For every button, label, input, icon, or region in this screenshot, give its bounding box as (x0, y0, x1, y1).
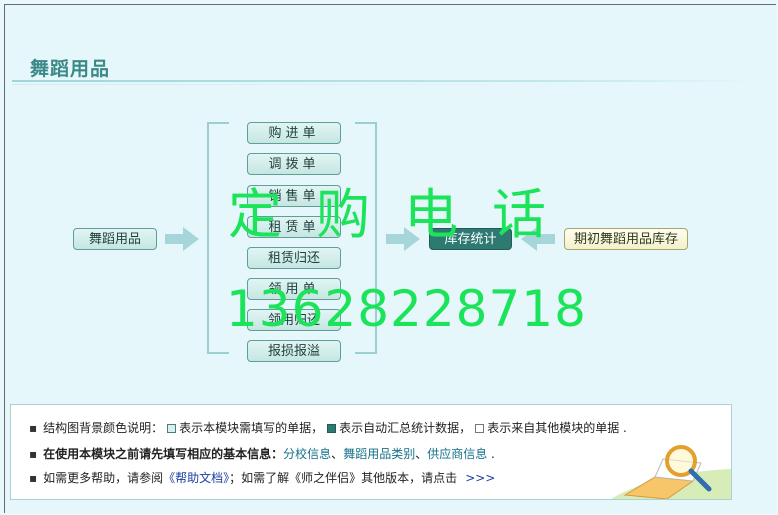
legend-required: 表示本模块需填写的单据， (179, 421, 324, 435)
required-swatch (167, 424, 177, 433)
legend-line: ▪ 结构图背景颜色说明： 表示本模块需填写的单据， 表示自动汇总统计数据， 表示来自其他… (29, 419, 627, 436)
help-prefix: 如需更多帮助，请参阅 (43, 471, 164, 485)
prereq-line: ▪ 在使用本模块之前请先填写相应的基本信息：分校信息、舞蹈用品类别、供应商信息 . (29, 445, 495, 462)
help-middle: ；如需了解《师之伴侣》其他版本，请点击 (229, 471, 458, 485)
doc-node-purchase[interactable]: 购进单 (247, 122, 341, 144)
prereq-prefix: 在使用本模块之前请先填写相应的基本信息： (43, 447, 284, 461)
magnifier-folder-icon (611, 445, 731, 499)
doc-node-sales[interactable]: 销售单 (247, 185, 341, 207)
legend-external: 表示来自其他模块的单据 . (487, 421, 627, 435)
supplier-info-link[interactable]: 供应商信息 (427, 447, 487, 461)
branch-info-link[interactable]: 分校信息 (283, 447, 331, 461)
prereq-suffix: . (487, 447, 495, 461)
separator: 、 (331, 447, 344, 461)
auto-swatch (327, 424, 337, 433)
bracket-right (355, 122, 377, 354)
bullet-icon: ▪ (29, 447, 38, 461)
doc-node-requisition[interactable]: 领用单 (247, 278, 341, 300)
bracket-left (207, 122, 229, 354)
more-versions-link[interactable]: >>> (465, 471, 495, 485)
initial-stock-node[interactable]: 期初舞蹈用品库存 (564, 228, 688, 250)
right-arrow-icon (165, 227, 199, 251)
left-arrow-icon (521, 227, 555, 251)
bullet-icon: ▪ (29, 471, 38, 485)
info-panel: ▪ 结构图背景颜色说明： 表示本模块需填写的单据， 表示自动汇总统计数据， 表示来自其他… (10, 404, 732, 500)
help-line: ▪ 如需更多帮助，请参阅《帮助文档》；如需了解《师之伴侣》其他版本，请点击 >>> (29, 469, 495, 486)
doc-node-lease-return[interactable]: 租赁归还 (247, 247, 341, 269)
legend-prefix: 结构图背景颜色说明： (43, 421, 164, 435)
doc-node-transfer[interactable]: 调拨单 (247, 153, 341, 175)
category-link[interactable]: 舞蹈用品类别 (343, 447, 415, 461)
source-node[interactable]: 舞蹈用品 (73, 228, 157, 250)
separator: 、 (415, 447, 428, 461)
bullet-icon: ▪ (29, 421, 38, 435)
title-divider-thin (12, 84, 632, 85)
title-divider (12, 80, 762, 82)
doc-node-lease[interactable]: 租赁单 (247, 216, 341, 238)
module-title: 舞蹈用品 (30, 58, 111, 80)
doc-node-requisition-return[interactable]: 领用归还 (247, 309, 341, 331)
external-swatch (475, 424, 485, 433)
stock-statistics-node[interactable]: 库存统计 (429, 228, 512, 250)
doc-node-loss-gain[interactable]: 报损报溢 (247, 340, 341, 362)
legend-auto: 表示自动汇总统计数据， (339, 421, 472, 435)
help-doc-link[interactable]: 《帮助文档》 (163, 471, 229, 485)
right-arrow-icon (386, 227, 420, 251)
